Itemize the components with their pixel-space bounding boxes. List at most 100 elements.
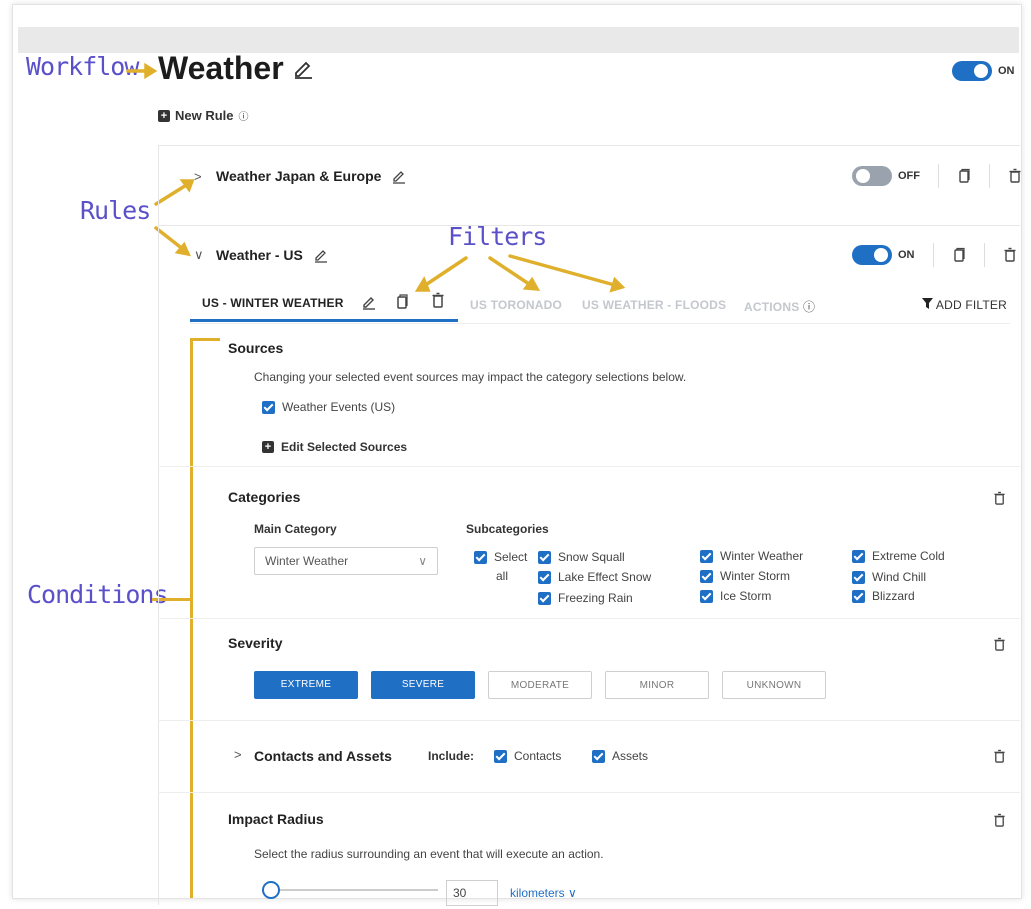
- checkbox-checked[interactable]: [700, 569, 713, 583]
- include-contacts[interactable]: Contacts: [494, 749, 561, 763]
- impact-radius-note: Select the radius surrounding an event t…: [254, 847, 604, 861]
- radius-slider-handle[interactable]: [262, 881, 280, 899]
- subcat-label: Snow Squall: [558, 550, 625, 564]
- add-filter-label: ADD FILTER: [935, 298, 1007, 312]
- edit-sources-label: Edit Selected Sources: [281, 440, 408, 454]
- checkbox-checked[interactable]: [852, 589, 865, 603]
- edit-pencil-icon[interactable]: [391, 168, 407, 184]
- copy-filter-icon[interactable]: [395, 293, 409, 310]
- main-category-label: Main Category: [254, 522, 337, 536]
- checkbox-checked[interactable]: [538, 550, 551, 564]
- trash-icon[interactable]: [1008, 168, 1022, 184]
- workflow-toggle-switch[interactable]: [952, 61, 992, 81]
- delete-impact-trash-icon[interactable]: [993, 813, 1006, 828]
- delete-categories-trash-icon[interactable]: [993, 491, 1006, 506]
- rule-name: Weather Japan & Europe: [216, 168, 382, 184]
- edit-workflow-pencil-icon[interactable]: [292, 50, 314, 87]
- chevron-down-icon: ∨: [568, 886, 577, 900]
- subcat-label: Extreme Cold: [872, 549, 945, 563]
- subcat-blizzard[interactable]: Blizzard: [852, 589, 915, 603]
- active-tab-underline: [190, 319, 458, 322]
- contacts-assets-title[interactable]: Contacts and Assets: [254, 748, 392, 764]
- checkbox-checked[interactable]: [538, 570, 551, 584]
- workflow-toggle[interactable]: ON: [952, 61, 1015, 81]
- divider: [938, 164, 939, 188]
- chevron-right-icon[interactable]: >: [194, 169, 206, 184]
- subcat-extreme-cold[interactable]: Extreme Cold: [852, 549, 945, 563]
- delete-contacts-trash-icon[interactable]: [993, 749, 1006, 764]
- checkbox-checked[interactable]: [262, 400, 275, 414]
- divider: [989, 164, 990, 188]
- rule-toggle-label: OFF: [898, 170, 920, 182]
- severity-unknown-button[interactable]: UNKNOWN: [722, 671, 826, 699]
- subcat-winter-weather[interactable]: Winter Weather: [700, 549, 803, 563]
- select-all-label-1: Select: [494, 550, 528, 564]
- chevron-down-icon[interactable]: ∨: [194, 247, 206, 263]
- edit-selected-sources-button[interactable]: + Edit Selected Sources: [262, 440, 407, 454]
- subcat-label: Winter Weather: [720, 549, 804, 563]
- rule-name: Weather - US: [216, 247, 303, 263]
- rule-toggle-switch[interactable]: [852, 245, 892, 265]
- severity-severe-button[interactable]: SEVERE: [371, 671, 475, 699]
- rule-actions-us: ON: [852, 243, 1017, 267]
- include-assets[interactable]: Assets: [592, 749, 648, 763]
- categories-section: Categories Main Category Winter Weather …: [158, 466, 1020, 618]
- radius-value-input[interactable]: 30: [446, 880, 498, 906]
- new-rule-button[interactable]: + New Rule ⓘ: [158, 108, 249, 123]
- workflow-title-row: Weather: [158, 50, 314, 87]
- assets-label: Assets: [612, 749, 649, 763]
- source-weather-events-us[interactable]: Weather Events (US): [262, 400, 395, 414]
- tab-us-weather-floods[interactable]: US WEATHER - FLOODS: [582, 298, 726, 312]
- checkbox-checked[interactable]: [700, 589, 713, 603]
- subcat-label: Ice Storm: [720, 589, 772, 603]
- subcategories-label: Subcategories: [466, 522, 549, 536]
- radius-slider-track[interactable]: [270, 889, 438, 891]
- checkbox-checked[interactable]: [852, 570, 865, 584]
- plus-icon: +: [262, 441, 274, 453]
- info-icon[interactable]: ⓘ: [239, 108, 249, 123]
- rule-toggle-label: ON: [898, 249, 915, 261]
- subcat-winter-storm[interactable]: Winter Storm: [700, 569, 790, 583]
- severity-section: Severity EXTREME SEVERE MODERATE MINOR U…: [158, 618, 1020, 720]
- severity-minor-button[interactable]: MINOR: [605, 671, 709, 699]
- edit-filter-pencil-icon[interactable]: [361, 294, 377, 310]
- severity-moderate-button[interactable]: MODERATE: [488, 671, 592, 699]
- delete-severity-trash-icon[interactable]: [993, 637, 1006, 652]
- subcat-freezing-rain[interactable]: Freezing Rain: [538, 591, 633, 605]
- divider: [983, 243, 985, 267]
- contacts-label: Contacts: [514, 749, 562, 763]
- subcat-lake-effect-snow[interactable]: Lake Effect Snow: [538, 570, 651, 584]
- sources-title: Sources: [228, 340, 284, 356]
- rule-header-us[interactable]: ∨ Weather - US: [194, 247, 329, 263]
- tab-actions-label: ACTIONS: [744, 300, 800, 314]
- radius-unit-select[interactable]: kilometers ∨: [510, 886, 577, 900]
- subcat-snow-squall[interactable]: Snow Squall: [538, 550, 625, 564]
- chevron-right-icon[interactable]: >: [234, 747, 246, 762]
- checkbox-checked[interactable]: [700, 549, 713, 563]
- severity-extreme-button[interactable]: EXTREME: [254, 671, 358, 699]
- add-filter-button[interactable]: ADD FILTER: [922, 298, 1007, 312]
- tab-us-toronado[interactable]: US TORONADO: [470, 298, 562, 312]
- contacts-assets-section: > Contacts and Assets Include: Contacts …: [158, 720, 1020, 792]
- checkbox-checked[interactable]: [852, 549, 865, 563]
- main-category-select[interactable]: Winter Weather ∨: [254, 547, 438, 575]
- edit-pencil-icon[interactable]: [313, 247, 329, 263]
- trash-icon[interactable]: [1003, 247, 1017, 263]
- checkbox-checked[interactable]: [494, 749, 507, 763]
- copy-icon[interactable]: [952, 247, 966, 263]
- sources-section: Sources Changing your selected event sou…: [158, 326, 1020, 466]
- rule-header-japan-europe[interactable]: > Weather Japan & Europe: [194, 168, 407, 184]
- rule-toggle-japan-europe[interactable]: OFF: [852, 166, 920, 186]
- subcat-wind-chill[interactable]: Wind Chill: [852, 570, 926, 584]
- delete-filter-trash-icon[interactable]: [431, 292, 445, 309]
- rule-toggle-us[interactable]: ON: [852, 245, 915, 265]
- copy-icon[interactable]: [957, 168, 971, 184]
- checkbox-checked[interactable]: [592, 749, 605, 763]
- subcat-label: Blizzard: [872, 589, 915, 603]
- tab-us-winter-weather[interactable]: US - WINTER WEATHER: [202, 296, 344, 310]
- select-all-checkbox[interactable]: [474, 551, 487, 564]
- checkbox-checked[interactable]: [538, 591, 551, 605]
- rule-toggle-switch[interactable]: [852, 166, 892, 186]
- subcat-ice-storm[interactable]: Ice Storm: [700, 589, 771, 603]
- tab-actions[interactable]: ACTIONS ⓘ: [744, 298, 815, 315]
